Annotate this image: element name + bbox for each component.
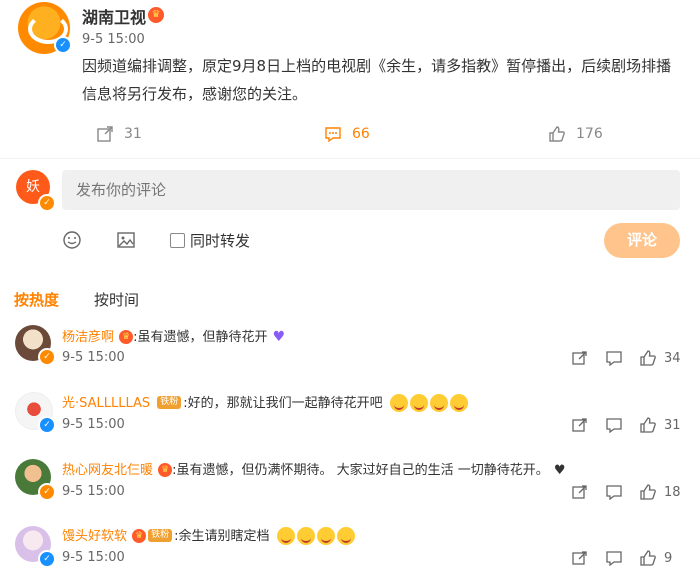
- kiss-emoji-icon: [449, 393, 468, 412]
- verified-badge-icon: ✓: [38, 483, 56, 501]
- comment-like-button[interactable]: 34: [640, 350, 681, 366]
- pray-emoji-icon: [296, 526, 315, 545]
- image-icon: [117, 232, 135, 248]
- comment-text: :好的，那就让我们一起静待花开吧: [183, 396, 383, 411]
- pray-emoji-icon: [336, 526, 355, 545]
- comment-line: 热心网友北仨暖 ♛:虽有遗憾，但仍满怀期待。 大家过好自己的生活 一切静待花开。…: [62, 459, 566, 478]
- repost-icon[interactable]: [572, 550, 588, 566]
- emoji-icon: [63, 231, 81, 249]
- crown-badge-icon: ♛: [132, 528, 147, 543]
- purple-heart-icon: ♥: [272, 329, 286, 345]
- comment-count: 66: [352, 126, 370, 142]
- post-text: 因频道编排调整，原定9月8日上档的电视剧《余生，请多指教》暂停播出，后续剧场排播…: [82, 57, 672, 103]
- emoji-button[interactable]: [62, 230, 82, 254]
- like-icon: [640, 550, 656, 566]
- tab-hot[interactable]: 按热度: [14, 289, 59, 310]
- repost-icon[interactable]: [572, 350, 588, 366]
- crown-badge-icon: ♛: [148, 7, 164, 23]
- pray-emoji-icon: [276, 526, 295, 545]
- comment-button[interactable]: 66: [324, 125, 370, 143]
- comment-time: 9-5 15:00: [62, 484, 125, 499]
- tab-time[interactable]: 按时间: [94, 289, 139, 310]
- commenter-name[interactable]: 杨洁彦啊: [62, 330, 114, 345]
- comment-time: 9-5 15:00: [62, 417, 125, 432]
- like-button[interactable]: 176: [548, 125, 603, 143]
- verified-badge-icon: ✓: [38, 194, 56, 212]
- comment-like-count: 34: [664, 350, 681, 366]
- like-icon: [640, 350, 656, 366]
- comment-text: :余生请别瞎定档: [174, 529, 270, 544]
- fan-badge: 铁粉: [157, 396, 182, 409]
- verified-badge-icon: ✓: [54, 36, 72, 54]
- comment-icon[interactable]: [606, 350, 622, 366]
- repost-checkbox[interactable]: [170, 233, 185, 248]
- verified-badge-icon: ✓: [38, 550, 56, 568]
- comment-input[interactable]: [62, 170, 680, 210]
- submit-comment-button[interactable]: 评论: [604, 223, 680, 258]
- comment-time: 9-5 15:00: [62, 350, 125, 365]
- comment-icon[interactable]: [606, 550, 622, 566]
- like-icon: [640, 417, 656, 433]
- comment-like-count: 31: [664, 417, 681, 433]
- comment-time: 9-5 15:00: [62, 550, 125, 565]
- comment-actions: 34: [572, 350, 681, 366]
- fan-badge: 铁粉: [148, 529, 173, 542]
- crown-badge-icon: ♛: [158, 462, 173, 477]
- comment-actions: 9: [572, 550, 672, 566]
- kiss-emoji-icon: [409, 393, 428, 412]
- comment-like-button[interactable]: 9: [640, 550, 672, 566]
- comment-actions: 31: [572, 417, 681, 433]
- post-time[interactable]: 9-5 15:00: [82, 32, 145, 47]
- comment-icon[interactable]: [606, 484, 622, 500]
- image-button[interactable]: [116, 230, 136, 254]
- comment-actions: 18: [572, 484, 681, 500]
- comment-like-button[interactable]: 31: [640, 417, 681, 433]
- author-name[interactable]: 湖南卫视: [82, 4, 146, 28]
- comment-line: 光·SALLLLLAS 铁粉:好的，那就让我们一起静待花开吧: [62, 392, 468, 412]
- repost-count: 31: [124, 126, 142, 142]
- like-count: 176: [576, 126, 603, 142]
- divider: [0, 158, 700, 159]
- comment-like-count: 9: [664, 550, 673, 566]
- comment-line: 馒头好软软 ♛ 铁粉:余生请别瞎定档: [62, 525, 355, 545]
- kiss-emoji-icon: [429, 393, 448, 412]
- repost-checkbox-label: 同时转发: [190, 232, 251, 250]
- comment-like-button[interactable]: 18: [640, 484, 681, 500]
- repost-icon[interactable]: [572, 417, 588, 433]
- repost-icon: [97, 126, 113, 142]
- commenter-name[interactable]: 馒头好软软: [62, 529, 127, 544]
- comment-text: :虽有遗憾，但仍满怀期待。 大家过好自己的生活 一切静待花开。: [172, 463, 549, 478]
- like-icon: [549, 126, 565, 142]
- kiss-emoji-icon: [389, 393, 408, 412]
- commenter-name[interactable]: 热心网友北仨暖: [62, 463, 153, 478]
- comment-icon: [325, 127, 341, 143]
- commenter-name[interactable]: 光·SALLLLLAS: [62, 396, 150, 411]
- repost-button[interactable]: 31: [96, 125, 142, 143]
- comment-like-count: 18: [664, 484, 681, 500]
- crown-badge-icon: ♛: [119, 329, 134, 344]
- like-icon: [640, 484, 656, 500]
- pray-emoji-icon: [316, 526, 335, 545]
- heart-icon: ♥: [553, 463, 566, 478]
- repost-icon[interactable]: [572, 484, 588, 500]
- verified-badge-icon: ✓: [38, 348, 56, 366]
- verified-badge-icon: ✓: [38, 416, 56, 434]
- comment-icon[interactable]: [606, 417, 622, 433]
- comment-text: :虽有遗憾，但静待花开: [133, 330, 268, 345]
- comment-line: 杨洁彦啊 ♛:虽有遗憾，但静待花开 ♥: [62, 326, 285, 345]
